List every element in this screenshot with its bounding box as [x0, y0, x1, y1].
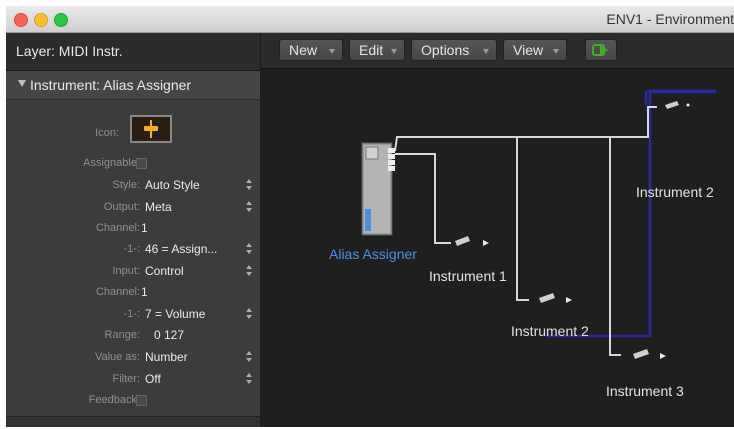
edit-menu-button[interactable]: Edit	[349, 39, 405, 61]
input-channel-value[interactable]: 1	[141, 285, 148, 299]
alias-assigner-label[interactable]: Alias Assigner	[329, 246, 417, 262]
title-bar: ENV1 - Environment	[6, 6, 734, 33]
instrument-1-object[interactable]	[455, 236, 489, 246]
link-button[interactable]	[585, 39, 617, 61]
view-menu-label: View	[513, 42, 544, 58]
view-menu-arrow-icon	[553, 49, 559, 54]
param-label-range: Range:	[104, 329, 140, 341]
instrument-2-upper-object[interactable]	[665, 101, 690, 109]
edit-menu-arrow-icon	[391, 49, 397, 54]
new-menu-arrow-icon	[329, 49, 335, 54]
param-label-input-channel: Channel:	[95, 286, 140, 298]
cable-trunk	[394, 106, 657, 152]
param-row-filter[interactable]: Filter: Off	[6, 370, 260, 390]
environment-window: ENV1 - Environment Layer: MIDI Instr. In…	[6, 6, 734, 427]
param-row-range[interactable]: Range: 0 127	[6, 326, 260, 346]
style-popup[interactable]: Auto Style	[145, 178, 200, 192]
new-menu-label: New	[289, 42, 318, 58]
edit-menu-label: Edit	[359, 42, 384, 58]
window-title: ENV1 - Environment	[606, 11, 734, 27]
input-stepper-icon[interactable]	[246, 265, 252, 279]
icon-label: Icon:	[95, 127, 119, 139]
param-label-feedback: Feedback:	[88, 394, 140, 406]
param-label-output-channel: Channel:	[95, 222, 140, 234]
new-menu-button[interactable]: New	[279, 39, 343, 61]
cable-to-instrument-1	[395, 153, 451, 244]
filter-stepper-icon[interactable]	[246, 373, 252, 387]
instrument-2-lower-object[interactable]	[539, 293, 572, 303]
param-row-assignable: Assignable:	[6, 154, 260, 174]
parameter-box: Icon: Assignable: Style: Auto Style Outp…	[6, 100, 260, 416]
instrument-2-upper-label[interactable]: Instrument 2	[636, 184, 714, 200]
instrument-1-label[interactable]: Instrument 1	[429, 268, 507, 284]
param-label-value-as: Value as:	[94, 351, 140, 363]
instrument-3-object[interactable]	[633, 349, 666, 359]
options-menu-label: Options	[421, 42, 470, 58]
param-label-output: Output:	[103, 201, 140, 213]
param-label-assignable: Assignable:	[83, 157, 140, 169]
object-icon-well[interactable]	[130, 115, 172, 143]
cable-to-instrument-2-lower	[516, 137, 529, 301]
layer-label: Layer: MIDI Instr.	[16, 43, 123, 59]
param-label-style: Style:	[112, 179, 140, 191]
output-stepper-icon[interactable]	[246, 201, 252, 215]
input-popup[interactable]: Control	[145, 264, 184, 278]
close-button[interactable]	[14, 13, 28, 27]
param-row-output-assign[interactable]: -1-: 46 = Assign...	[6, 240, 260, 260]
value-as-popup[interactable]: Number	[145, 350, 188, 364]
output-assign-stepper-icon[interactable]	[246, 243, 252, 257]
instrument-2-lower-label[interactable]: Instrument 2	[511, 323, 589, 339]
options-menu-button[interactable]: Options	[411, 39, 497, 61]
param-row-input-channel[interactable]: Channel: 1	[6, 283, 260, 303]
inspector-panel: Layer: MIDI Instr. Instrument: Alias Ass…	[6, 33, 261, 427]
output-assign-popup[interactable]: 46 = Assign...	[145, 242, 217, 256]
value-as-stepper-icon[interactable]	[246, 351, 252, 365]
instrument-title: Instrument: Alias Assigner	[30, 77, 192, 93]
instrument-3-label[interactable]: Instrument 3	[606, 383, 684, 399]
options-menu-arrow-icon	[483, 49, 489, 54]
style-stepper-icon[interactable]	[246, 179, 252, 193]
range-values[interactable]: 0 127	[154, 328, 184, 342]
param-row-style[interactable]: Style: Auto Style	[6, 176, 260, 196]
param-label-input: Input:	[112, 265, 140, 277]
feedback-checkbox[interactable]	[136, 395, 147, 406]
param-label-output-assign: -1-:	[123, 243, 141, 255]
zoom-button[interactable]	[54, 13, 68, 27]
param-label-filter: Filter:	[112, 373, 141, 385]
param-label-input-assign: -1-:	[123, 308, 141, 320]
output-popup[interactable]: Meta	[145, 200, 172, 214]
param-row-value-as[interactable]: Value as: Number	[6, 348, 260, 368]
param-row-output[interactable]: Output: Meta	[6, 198, 260, 218]
minimize-button[interactable]	[34, 13, 48, 27]
fader-icon	[132, 117, 170, 141]
cable-to-instrument-3	[609, 137, 621, 356]
disclosure-triangle-icon[interactable]	[18, 80, 26, 87]
instrument-header[interactable]: Instrument: Alias Assigner	[6, 71, 260, 100]
filter-popup[interactable]: Off	[145, 372, 161, 386]
param-row-feedback: Feedback:	[6, 391, 260, 411]
output-channel-value[interactable]: 1	[141, 221, 148, 235]
param-row-input[interactable]: Input: Control	[6, 262, 260, 282]
environment-area: New Edit Options View Alias Assigner Ins…	[261, 33, 734, 427]
view-menu-button[interactable]: View	[503, 39, 567, 61]
blue-cable	[546, 89, 717, 338]
inspector-footer	[6, 416, 260, 427]
param-row-output-channel[interactable]: Channel: 1	[6, 219, 260, 239]
layer-selector[interactable]: Layer: MIDI Instr.	[6, 33, 260, 71]
link-icon	[592, 44, 608, 56]
input-assign-popup[interactable]: 7 = Volume	[145, 307, 205, 321]
input-assign-stepper-icon[interactable]	[246, 308, 252, 322]
assignable-checkbox[interactable]	[136, 158, 147, 169]
alias-assigner-object[interactable]	[361, 142, 395, 236]
param-row-input-assign[interactable]: -1-: 7 = Volume	[6, 305, 260, 325]
local-toolbar: New Edit Options View	[261, 33, 734, 69]
